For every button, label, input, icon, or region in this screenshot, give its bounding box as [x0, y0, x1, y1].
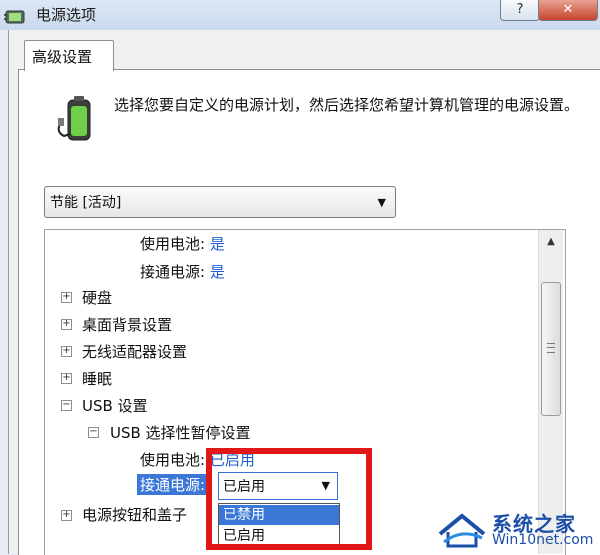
- plugged-label: 接通电源:: [140, 263, 206, 281]
- expand-icon[interactable]: +: [61, 346, 72, 357]
- grip-icon: [547, 343, 555, 353]
- tab-label: 高级设置: [32, 48, 93, 66]
- watermark-url: Win10net.com: [492, 532, 594, 548]
- window-title: 电源选项: [36, 6, 97, 24]
- watermark: 系统之家 Win10net.com: [432, 506, 598, 552]
- expand-icon[interactable]: +: [61, 373, 72, 384]
- expand-icon[interactable]: +: [61, 510, 72, 521]
- chevron-down-icon: ▼: [377, 196, 386, 209]
- tree-item-usb-selective-suspend[interactable]: USB 选择性暂停设置: [110, 422, 251, 443]
- help-button[interactable]: ?: [500, 0, 540, 21]
- collapse-icon[interactable]: −: [61, 400, 72, 411]
- power-options-icon: [4, 10, 25, 24]
- description-text: 选择您要自定义的电源计划，然后选择您希望计算机管理的电源设置。: [114, 96, 580, 114]
- tree-item-hard-disk[interactable]: 硬盘: [82, 287, 112, 308]
- battery-label: 使用电池:: [140, 235, 206, 253]
- tree-item-desktop-background[interactable]: 桌面背景设置: [82, 314, 172, 335]
- scroll-up-arrow-icon[interactable]: ▲: [539, 230, 563, 254]
- tab-advanced-settings[interactable]: 高级设置: [24, 40, 114, 71]
- close-button[interactable]: ✕: [538, 0, 598, 21]
- usb-plugged-label: 接通电源:: [140, 476, 206, 494]
- usb-battery-label: 使用电池:: [140, 451, 206, 469]
- battery-value-link[interactable]: 是: [210, 235, 225, 253]
- plan-select-value: 节能 [活动]: [50, 195, 122, 211]
- plugged-value-link[interactable]: 是: [210, 263, 225, 281]
- red-highlight-box: [206, 448, 372, 550]
- tree-item-wireless-adapter[interactable]: 无线适配器设置: [82, 341, 187, 362]
- tree-item-usb-settings[interactable]: USB 设置: [82, 395, 148, 416]
- tree-item-power-buttons[interactable]: 电源按钮和盖子: [82, 504, 187, 525]
- title-bar: 电源选项 ? ✕: [0, 0, 600, 30]
- tree-row-usb-plugged: 接通电源:: [137, 474, 209, 495]
- tree-item-sleep[interactable]: 睡眠: [82, 368, 112, 389]
- tree-row-battery: 使用电池: 是: [140, 233, 225, 254]
- house-logo-icon: [438, 513, 486, 548]
- tree-row-plugged: 接通电源: 是: [140, 261, 225, 282]
- power-plan-select[interactable]: 节能 [活动] ▼: [44, 186, 396, 218]
- collapse-icon[interactable]: −: [88, 427, 99, 438]
- battery-icon: [57, 96, 91, 141]
- expand-icon[interactable]: +: [61, 292, 72, 303]
- scroll-thumb[interactable]: [541, 282, 561, 416]
- expand-icon[interactable]: +: [61, 319, 72, 330]
